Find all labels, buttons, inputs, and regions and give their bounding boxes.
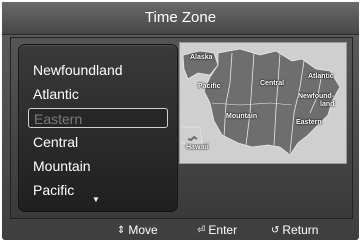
map-label-atlantic: Atlantic bbox=[308, 73, 334, 80]
map-label-mountain: Mountain bbox=[226, 113, 258, 120]
footer-hints: ⇕ Move ⏎ Enter ↺ Return bbox=[2, 221, 359, 240]
move-hint: ⇕ Move bbox=[117, 221, 158, 240]
return-hint: ↺ Return bbox=[271, 221, 318, 240]
zone-item-atlantic[interactable]: Atlantic bbox=[28, 84, 168, 104]
zone-item-mountain[interactable]: Mountain bbox=[28, 156, 168, 176]
enter-label: Enter bbox=[208, 223, 238, 237]
map-label-eastern: Eastern bbox=[296, 119, 322, 126]
time-zone-dialog: Time Zone Newfoundland Atlantic Eastern … bbox=[2, 2, 359, 240]
map-label-alaska: Alaska bbox=[190, 54, 213, 61]
map-label-central: Central bbox=[260, 80, 285, 87]
zone-item-eastern[interactable]: Eastern bbox=[28, 108, 168, 128]
dialog-title: Time Zone bbox=[2, 2, 359, 35]
content-area: Newfoundland Atlantic Eastern Central Mo… bbox=[10, 37, 353, 219]
updown-arrows-icon: ⇕ bbox=[117, 225, 126, 236]
move-label: Move bbox=[128, 223, 158, 237]
return-icon: ↺ bbox=[271, 225, 280, 236]
map-label-newfoundland-2: land bbox=[320, 101, 335, 108]
zone-item-central[interactable]: Central bbox=[28, 132, 168, 152]
return-label: Return bbox=[282, 223, 319, 237]
zone-item-newfoundland[interactable]: Newfoundland bbox=[28, 60, 168, 80]
time-zone-map: Alaska Pacific Central Atlantic Newfound… bbox=[179, 42, 347, 164]
enter-hint: ⏎ Enter bbox=[197, 221, 237, 240]
map-label-hawaii: Hawaii bbox=[186, 144, 209, 151]
enter-icon: ⏎ bbox=[197, 225, 206, 236]
time-zone-list[interactable]: Newfoundland Atlantic Eastern Central Mo… bbox=[18, 44, 178, 212]
map-label-newfoundland-1: Newfound- bbox=[298, 93, 335, 100]
map-label-pacific: Pacific bbox=[198, 83, 221, 90]
scroll-down-icon[interactable]: ▼ bbox=[92, 195, 100, 204]
